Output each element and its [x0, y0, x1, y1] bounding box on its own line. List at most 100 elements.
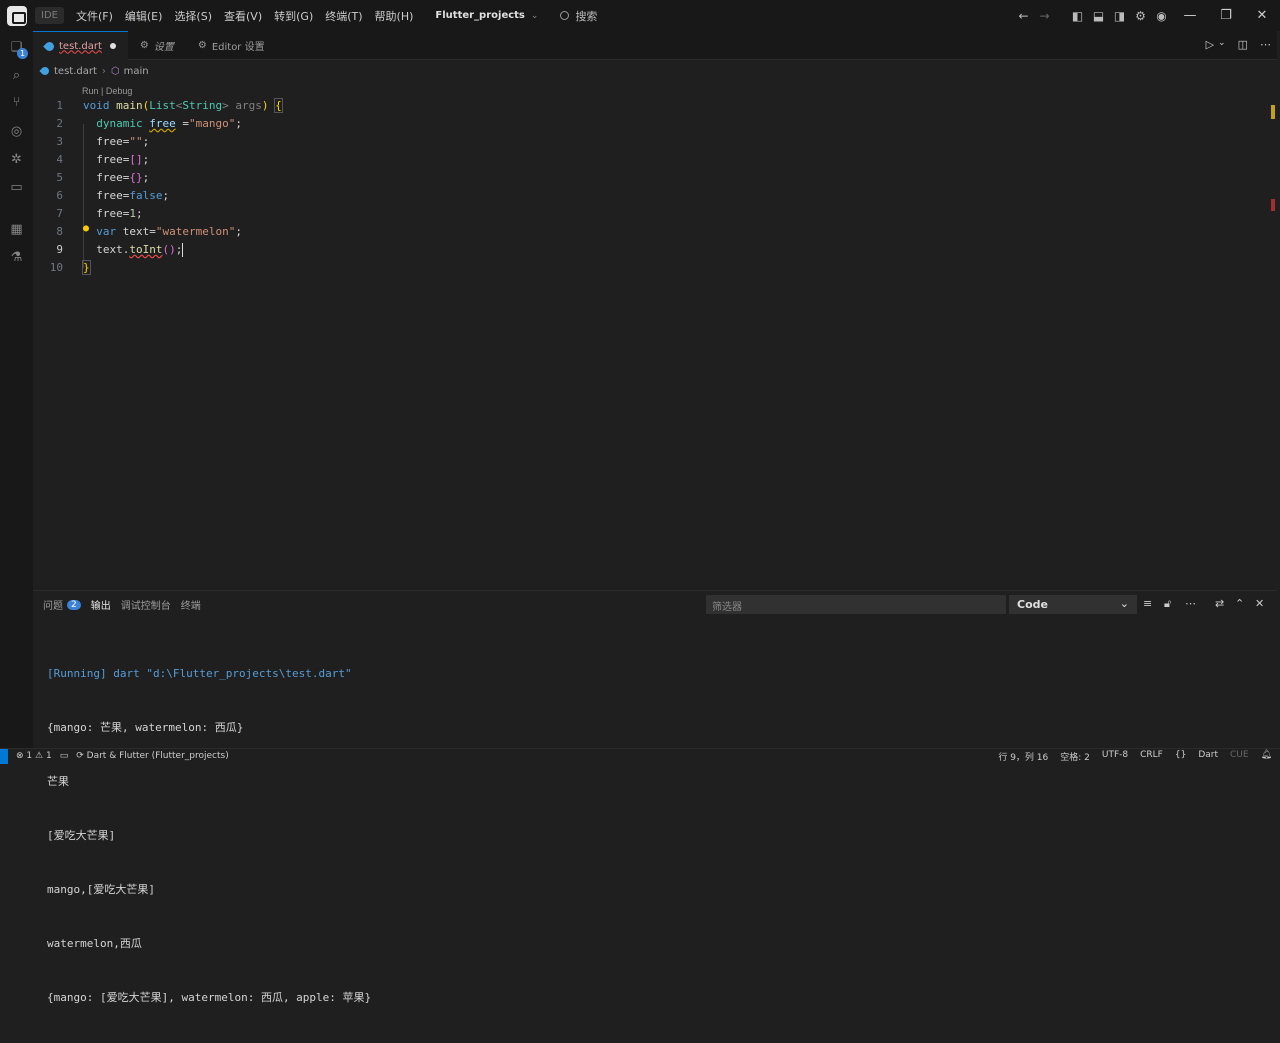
- output-line: watermelon,西瓜: [47, 937, 142, 950]
- source-control-icon[interactable]: ⑂: [8, 94, 25, 111]
- back-arrow-icon[interactable]: ←: [1013, 9, 1034, 23]
- dart-env-status[interactable]: ⟳ Dart & Flutter (Flutter_projects): [76, 751, 229, 761]
- command-search[interactable]: 搜索: [560, 8, 597, 24]
- search-icon: [560, 11, 570, 20]
- run-play-icon[interactable]: ▷: [1206, 38, 1214, 51]
- overview-error-marker: [1271, 199, 1275, 211]
- menu-view[interactable]: 查看(V): [224, 8, 262, 24]
- more-actions-icon[interactable]: ⋯: [1185, 597, 1196, 610]
- text-cursor: [182, 243, 184, 257]
- panel-tab-label: 问题: [43, 601, 63, 612]
- explorer-icon[interactable]: ❏ 1: [8, 39, 28, 59]
- menu-edit[interactable]: 编辑(E): [125, 8, 163, 24]
- modified-dot-icon[interactable]: [109, 43, 116, 49]
- breadcrumb: test.dart › ⬡ main: [33, 60, 1277, 82]
- output-line: mango,[爱吃大芒果]: [47, 883, 155, 896]
- code-line: 9 text.toInt();: [33, 241, 1271, 259]
- code-line: 5 free={};: [33, 169, 1271, 187]
- debug-bug-icon[interactable]: ✲: [8, 151, 25, 168]
- activity-bar: ❏ 1 ⌕ ⑂ ◎ ✲ ▭ ▦ ⚗: [0, 31, 33, 748]
- chevron-down-icon[interactable]: ⌄: [531, 11, 539, 21]
- eye-icon[interactable]: ◎: [8, 123, 25, 140]
- panel-tab-label: 调试控制台: [120, 601, 171, 612]
- bottom-panel: 问题 2 输出 调试控制台 终端 筛选器 Code ⌄ ≡ 🔓︎ ⋯ ⇄ ⌃ ✕ […: [33, 590, 1277, 1004]
- project-selector[interactable]: Flutter_projects: [435, 10, 524, 21]
- line-number: 5: [56, 171, 63, 184]
- restore-icon[interactable]: ❐: [1208, 8, 1244, 23]
- ports-icon[interactable]: ▭: [60, 751, 69, 761]
- panel-tab-debug-console[interactable]: 调试控制台: [121, 597, 171, 612]
- breadcrumb-file[interactable]: test.dart: [54, 66, 97, 77]
- toggle-sidebar-icon[interactable]: ◧: [1067, 9, 1088, 23]
- remote-explorer-icon[interactable]: ▭: [8, 179, 25, 196]
- line-ending[interactable]: CRLF: [1140, 750, 1163, 763]
- extensions-icon[interactable]: ▦: [8, 221, 25, 238]
- panel-tab-output[interactable]: 输出: [91, 597, 111, 612]
- minimize-icon[interactable]: —: [1172, 8, 1208, 23]
- code-line: 7 free=1;: [33, 205, 1271, 223]
- tab-label: Editor 设置: [211, 42, 265, 53]
- close-icon[interactable]: ✕: [1244, 8, 1280, 23]
- lightbulb-icon[interactable]: ●: [83, 220, 89, 238]
- gear-icon: ⚙: [197, 40, 207, 51]
- code-line: 2 dynamic free ="mango";: [33, 115, 1271, 133]
- tab-label: test.dart: [59, 40, 102, 52]
- testing-flask-icon[interactable]: ⚗: [8, 249, 25, 266]
- dart-icon: ⟳: [76, 751, 84, 761]
- editor-area: test.dart ⚙ 设置 ⚙ Editor 设置 ▷ ⌄ ◫ ⋯ test.…: [33, 31, 1277, 584]
- line-number: 2: [56, 117, 63, 130]
- panel-tab-terminal[interactable]: 终端: [181, 597, 201, 612]
- chevron-right-icon: ›: [101, 65, 106, 77]
- breadcrumb-symbol[interactable]: main: [124, 66, 149, 77]
- settings-gear-icon[interactable]: ⚙: [1130, 9, 1151, 23]
- menu-go[interactable]: 转到(G): [274, 8, 313, 24]
- menu-file[interactable]: 文件(F): [76, 8, 113, 24]
- code-line: 8 var text="watermelon"; ●: [33, 223, 1271, 241]
- menu-terminal[interactable]: 终端(T): [325, 8, 362, 24]
- bell-icon[interactable]: 🔔︎: [1261, 750, 1272, 763]
- output-line: [Running] dart "d:\Flutter_projects\test…: [47, 667, 352, 680]
- indentation[interactable]: 空格: 2: [1060, 750, 1090, 763]
- line-number: 6: [56, 189, 63, 202]
- app-logo-icon: [7, 5, 27, 26]
- cursor-position[interactable]: 行 9，列 16: [998, 750, 1048, 763]
- toggle-secondary-sidebar-icon[interactable]: ◨: [1109, 9, 1130, 23]
- problems-status[interactable]: ⊗ 1 ⚠ 1: [16, 751, 52, 761]
- chevron-down-icon: ⌄: [1119, 597, 1129, 610]
- tab-test-dart[interactable]: test.dart: [33, 31, 128, 60]
- toggle-panel-icon[interactable]: ⬓: [1088, 9, 1109, 23]
- panel-settings-icon[interactable]: ⇄: [1215, 597, 1224, 610]
- codelens-run-debug[interactable]: Run | Debug: [82, 86, 132, 96]
- chevron-down-icon[interactable]: ⌄: [1218, 38, 1226, 51]
- lock-scroll-icon[interactable]: 🔓︎: [1164, 597, 1171, 611]
- output-channel-select[interactable]: Code ⌄: [1009, 595, 1137, 614]
- remote-indicator[interactable]: [0, 748, 8, 764]
- account-icon[interactable]: ◉: [1151, 9, 1172, 23]
- panel-tab-problems[interactable]: 问题 2: [43, 597, 81, 612]
- tab-label: 设置: [153, 42, 174, 53]
- output-line: [爱吃大芒果]: [47, 829, 116, 842]
- cue-status[interactable]: CUE: [1230, 750, 1249, 763]
- clear-output-icon[interactable]: ≡: [1143, 597, 1152, 610]
- menu-selection[interactable]: 选择(S): [174, 8, 212, 24]
- output-line: {mango: [爱吃大芒果], watermelon: 西瓜, apple: …: [47, 991, 372, 1004]
- status-bar: ⊗ 1 ⚠ 1 ▭ ⟳ Dart & Flutter (Flutter_proj…: [0, 748, 1280, 764]
- language-mode[interactable]: Dart: [1198, 750, 1218, 763]
- code-line: 4 free=[];: [33, 151, 1271, 169]
- close-panel-icon[interactable]: ✕: [1255, 597, 1264, 610]
- search-view-icon[interactable]: ⌕: [8, 67, 25, 84]
- menu-help[interactable]: 帮助(H): [375, 8, 414, 24]
- panel-tab-label: 输出: [90, 601, 111, 612]
- dart-file-icon: [43, 39, 56, 53]
- output-log[interactable]: [Running] dart "d:\Flutter_projects\test…: [47, 629, 371, 1043]
- braces-icon[interactable]: {}: [1175, 750, 1186, 763]
- tab-editor-settings[interactable]: ⚙ Editor 设置: [186, 31, 277, 60]
- tab-settings[interactable]: ⚙ 设置: [128, 31, 186, 60]
- split-editor-icon[interactable]: ◫: [1238, 38, 1248, 51]
- line-number: 8: [56, 225, 63, 238]
- forward-arrow-icon[interactable]: →: [1034, 9, 1055, 23]
- output-filter-input[interactable]: 筛选器: [706, 595, 1006, 614]
- encoding[interactable]: UTF-8: [1102, 750, 1128, 763]
- more-actions-icon[interactable]: ⋯: [1260, 38, 1271, 51]
- maximize-panel-icon[interactable]: ⌃: [1235, 597, 1244, 610]
